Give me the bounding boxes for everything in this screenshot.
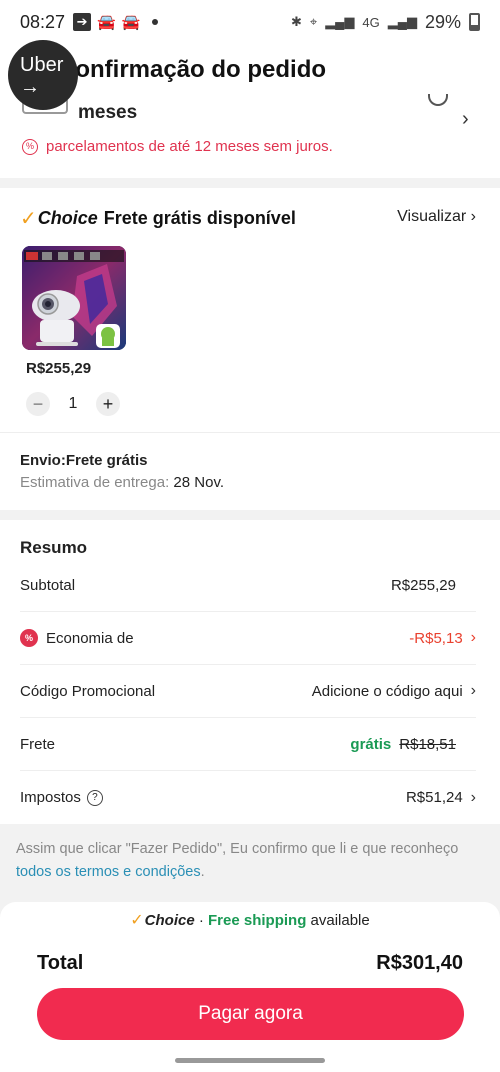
product-price: R$255,29 [26,360,92,377]
chevron-right-icon: › [470,682,476,699]
installments-title: meses [78,102,138,123]
promo-label: Código Promocional [20,682,156,700]
pay-now-label: Pagar agora [198,1003,303,1024]
choice-free-shipping-banner: ✓ Choice · Free shipping available [0,902,500,938]
notification-dot-icon [152,19,159,25]
car-icon: 🚘 [97,14,116,31]
status-time: 08:27 [20,11,66,32]
subtotal-label: Subtotal [20,576,76,594]
banner-separator: · [194,911,209,929]
location-icon: ⌖ [309,14,318,29]
chevron-right-icon: › [470,629,476,646]
uber-floating-bubble[interactable]: Uber → [8,40,78,110]
savings-row[interactable]: % Economia de -R$5,13 › [20,612,476,665]
total-value: R$301,40 [376,952,463,974]
navigation-notification-icon: ➔ [73,13,92,31]
divider [0,432,500,433]
network-type: 4G [362,14,380,30]
increase-quantity-button[interactable]: + [96,392,120,416]
shipping-method: Envio:Frete grátis [20,452,148,469]
terms-suffix: . [200,864,205,880]
banner-tail: available [306,911,370,929]
savings-value: -R$5,13 [409,629,463,647]
installments-card[interactable]: meses › % parcelamentos de até 12 meses … [0,94,500,178]
signal-icon: ▂▄▆ [325,14,355,29]
pay-now-button[interactable]: Pagar agora [37,988,464,1040]
view-button[interactable]: Visualizar › [397,208,476,226]
chevron-right-icon: › [470,208,476,225]
savings-label: Economia de [46,629,134,647]
quantity-stepper: − 1 + [26,392,120,416]
promo-code-row[interactable]: Código Promocional Adicione o código aqu… [20,665,476,718]
estimate-date: 28 Nov. [173,474,225,491]
subtotal-row: Subtotal R$255,29 [20,559,476,612]
shipping-fee-row: Frete grátis R$18,51 [20,718,476,771]
battery-icon [469,13,480,31]
installments-note-text: parcelamentos de até 12 meses sem juros. [46,138,333,155]
product-image[interactable] [22,246,126,350]
info-icon[interactable] [428,94,448,106]
status-bar: 08:27 ➔ 🚘 🚘 ✱ ⌖ ▂▄▆ 4G ▂▄▆ 29% [0,0,500,44]
arrow-right-icon: → [20,76,40,98]
bluetooth-icon: ✱ [290,14,302,29]
help-icon[interactable]: ? [86,789,103,806]
terms-prefix: Assim que clicar "Fazer Pedido", Eu conf… [16,841,459,857]
taxes-value: R$51,24 [405,789,463,806]
page-title: Confirmação do pedido [58,56,327,83]
free-shipping-headline: Frete grátis disponível [103,208,296,228]
quantity-value: 1 [68,395,78,412]
subtotal-value: R$255,29 [390,576,456,594]
choice-label: Choice [37,208,98,228]
signal-icon-2: ▂▄▆ [387,14,417,29]
choice-header: ✓ Choice Frete grátis disponível [20,206,296,231]
summary-card: Resumo Subtotal R$255,29 % Economia de -… [0,520,500,824]
banner-choice: Choice [144,911,195,929]
home-indicator[interactable] [175,1058,325,1063]
percent-icon: % [22,138,38,155]
terms-text: Assim que clicar "Fazer Pedido", Eu conf… [16,838,476,884]
view-label: Visualizar [397,208,467,225]
checkmark-icon: ✓ [20,208,37,230]
shipping-card: ✓ Choice Frete grátis disponível Visuali… [0,188,500,510]
summary-title: Resumo [20,538,88,557]
delivery-estimate: Estimativa de entrega: 28 Nov. [20,474,224,491]
total-label: Total [37,952,84,974]
installments-note: % parcelamentos de até 12 meses sem juro… [22,138,333,155]
discount-badge-icon: % [20,629,38,647]
promo-value: Adicione o código aqui [311,682,463,700]
checkout-footer: ✓ Choice · Free shipping available Total… [0,902,500,1072]
projector-image [22,246,126,350]
terms-link[interactable]: todos os termos e condições [16,864,201,880]
shipping-fee-label: Frete [20,735,56,753]
estimate-label: Estimativa de entrega: [20,474,170,491]
chevron-right-icon: › [470,788,476,806]
car-icon-2: 🚘 [121,14,141,31]
uber-label: Uber [20,54,64,76]
taxes-label: Impostos [20,789,81,806]
banner-free-shipping: Free shipping [208,911,307,929]
shipping-free-label: grátis [350,735,392,753]
checkmark-icon: ✓ [130,912,144,929]
shipping-original-price: R$18,51 [399,735,456,753]
chevron-right-icon[interactable]: › [462,108,469,131]
taxes-row[interactable]: Impostos ? R$51,24 › [20,771,476,824]
battery-percent: 29% [424,11,461,32]
decrease-quantity-button[interactable]: − [26,392,50,416]
